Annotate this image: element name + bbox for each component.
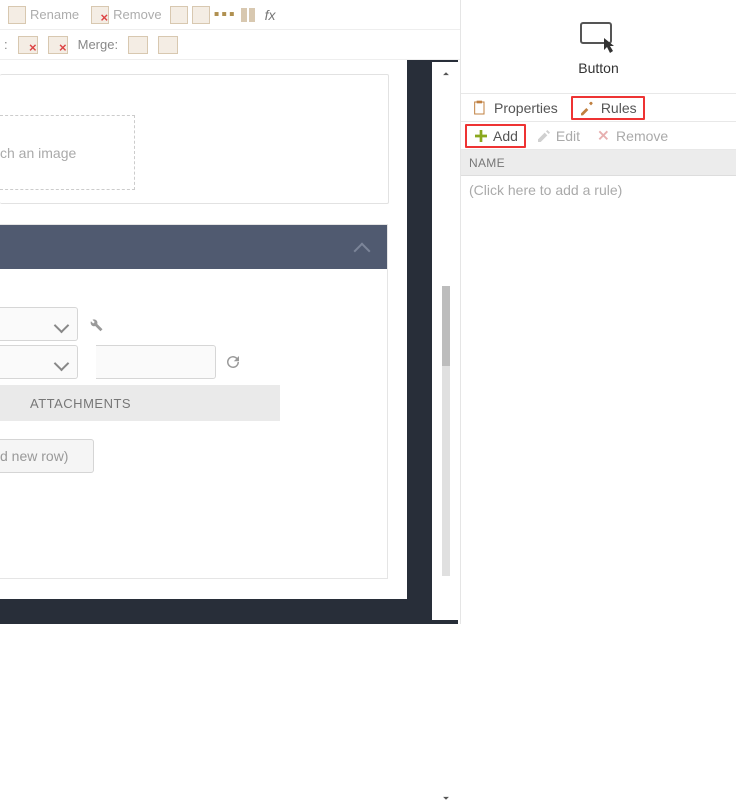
scroll-thumb[interactable] xyxy=(442,286,450,366)
rules-name-header: NAME xyxy=(461,150,736,176)
vertical-scrollbar xyxy=(432,62,460,620)
rules-icon xyxy=(579,100,595,116)
scroll-track[interactable] xyxy=(442,286,450,576)
panel-header: Button xyxy=(461,0,736,94)
edit-rule-label: Edit xyxy=(556,128,580,144)
field-row-2 xyxy=(0,343,387,381)
remove-rule-button[interactable]: Remove xyxy=(590,126,674,146)
image-attach-box[interactable]: ch an image xyxy=(0,115,135,190)
tab-rules-label: Rules xyxy=(601,100,637,116)
field-row-1 xyxy=(0,305,387,343)
tab-properties-label: Properties xyxy=(494,100,558,116)
tabs-row: ATTACHMENTS xyxy=(0,385,387,421)
toolbar2-icon-a[interactable] xyxy=(18,36,38,54)
add-rule-label: Add xyxy=(493,128,518,144)
remove-button[interactable]: Remove xyxy=(87,4,165,26)
rules-name-col: NAME xyxy=(469,156,505,170)
rename-label: Rename xyxy=(30,7,79,22)
panel-title: Button xyxy=(578,60,618,76)
dropdown-field-2[interactable] xyxy=(0,345,78,379)
toolbar-icon-2[interactable] xyxy=(192,6,210,24)
rules-actions: Add Edit Remove xyxy=(461,122,736,150)
text-field-2b[interactable] xyxy=(96,345,216,379)
form-canvas: ch an image ATTACHMENTS xyxy=(0,60,458,624)
toolbar2-icon-b[interactable] xyxy=(48,36,68,54)
add-rule-button[interactable]: Add xyxy=(465,124,526,148)
toolbar2-colon: : xyxy=(4,37,8,52)
tab-attachments[interactable]: ATTACHMENTS xyxy=(0,385,280,421)
properties-icon xyxy=(472,100,488,116)
chevron-down-icon xyxy=(55,318,69,332)
panel-collapse-header[interactable] xyxy=(0,225,387,269)
upper-form-panel: ch an image xyxy=(0,74,389,204)
fx-button[interactable]: fx xyxy=(265,7,276,23)
edit-rule-button[interactable]: Edit xyxy=(530,126,586,146)
tab-attachments-label: ATTACHMENTS xyxy=(30,396,131,411)
fields-area: ATTACHMENTS d new row) xyxy=(0,269,387,473)
tab-properties[interactable]: Properties xyxy=(465,97,565,119)
rename-icon xyxy=(8,6,26,24)
remove-rule-label: Remove xyxy=(616,128,668,144)
add-row-label: d new row) xyxy=(0,448,68,464)
rename-button[interactable]: Rename xyxy=(4,4,83,26)
scroll-down-button[interactable] xyxy=(432,786,460,810)
add-row-button[interactable]: d new row) xyxy=(0,439,94,473)
properties-panel: Button Properties Rules Add Edit xyxy=(460,0,736,624)
remove-icon xyxy=(91,6,109,24)
remove-label: Remove xyxy=(113,7,161,22)
toolbar-columns-icon[interactable] xyxy=(241,8,255,22)
rules-list[interactable]: (Click here to add a rule) xyxy=(461,176,736,204)
panel-tabs: Properties Rules xyxy=(461,94,736,122)
toolbar-more-icon[interactable]: ▪▪▪ xyxy=(214,6,237,24)
toolbar-icon-1[interactable] xyxy=(170,6,188,24)
merge-icon-b[interactable] xyxy=(158,36,178,54)
dropdown-field-1[interactable] xyxy=(0,307,78,341)
settings-wrench-icon[interactable] xyxy=(86,315,104,333)
chevron-down-icon xyxy=(55,356,69,370)
merge-icon-a[interactable] xyxy=(128,36,148,54)
image-hint-text: ch an image xyxy=(0,145,76,161)
canvas-dark-bg-bottom xyxy=(0,599,407,624)
pencil-icon xyxy=(536,128,552,144)
tab-rules[interactable]: Rules xyxy=(571,96,645,120)
lower-form-panel: ATTACHMENTS d new row) Save Delete Cance… xyxy=(0,224,388,579)
scroll-up-button[interactable] xyxy=(432,62,460,86)
x-icon xyxy=(596,128,612,144)
button-type-icon xyxy=(578,18,620,56)
merge-label: Merge: xyxy=(78,37,118,52)
refresh-icon[interactable] xyxy=(224,353,242,371)
plus-icon xyxy=(473,128,489,144)
chevron-up-icon xyxy=(353,239,371,257)
rules-placeholder: (Click here to add a rule) xyxy=(469,182,622,198)
